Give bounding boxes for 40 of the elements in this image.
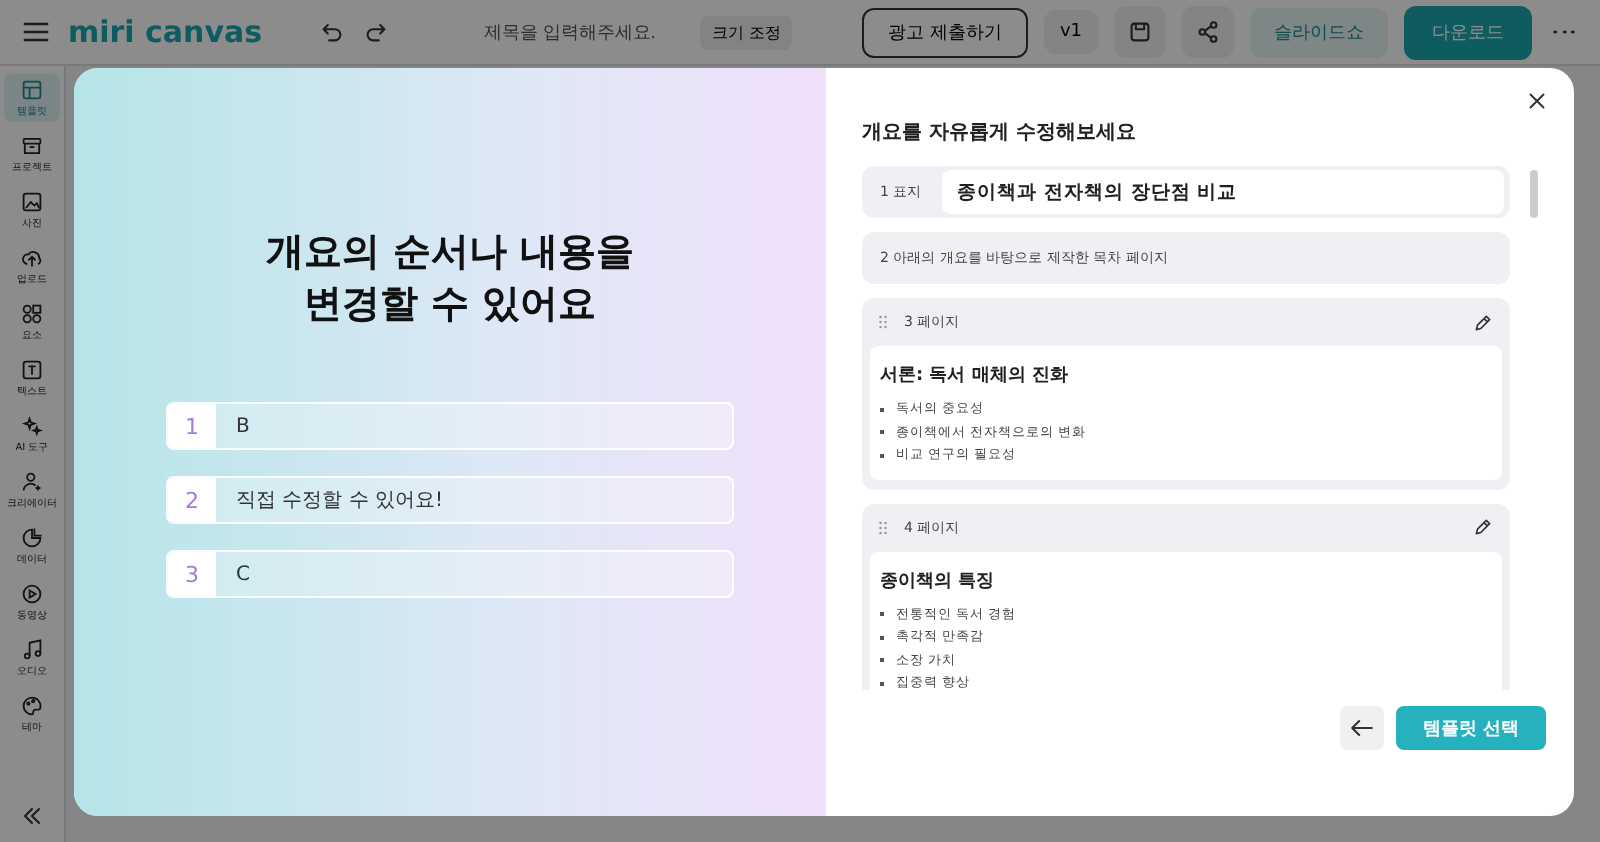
- cloud-upload-icon: [20, 246, 44, 270]
- play-icon: [20, 582, 44, 606]
- palette-icon: [20, 694, 44, 718]
- redo-icon[interactable]: [362, 18, 391, 46]
- shapes-icon: [20, 302, 44, 326]
- save-icon[interactable]: [1114, 6, 1166, 58]
- page-title: 종이책의 특징: [880, 569, 997, 593]
- back-button[interactable]: [1340, 706, 1384, 750]
- row-text: C: [234, 561, 250, 590]
- drag-handle-icon[interactable]: [878, 519, 888, 535]
- submit-ad-button[interactable]: 광고 제출하기: [862, 7, 1028, 57]
- layout-icon: [20, 78, 44, 102]
- page-title: 서론: 독서 매체의 진화: [880, 364, 1070, 388]
- version-button[interactable]: v1: [1043, 10, 1098, 54]
- dialog-title: 개요를 자유롭게 수정해보세요: [862, 120, 1138, 146]
- music-note-icon: [20, 638, 44, 662]
- row-number: 2: [168, 478, 216, 523]
- sparkle-icon: [20, 414, 44, 438]
- image-icon: [20, 190, 44, 214]
- row-text: B: [234, 413, 250, 442]
- text-icon: [20, 358, 44, 382]
- title-field[interactable]: 제목을 입력해주세요.: [459, 20, 680, 44]
- row-number: 3: [168, 552, 216, 597]
- cover-title-field[interactable]: 종이책과 전자책의 장단점 비교: [941, 170, 1504, 214]
- arrow-left-icon: [1348, 714, 1376, 742]
- edit-icon[interactable]: [1472, 311, 1494, 333]
- scrollbar[interactable]: [1530, 170, 1538, 218]
- close-icon[interactable]: [1524, 88, 1550, 114]
- person-icon: [20, 470, 44, 494]
- row-text: 직접 수정할 수 있어요!: [234, 488, 444, 517]
- row-number: 1: [168, 404, 216, 449]
- resize-button[interactable]: 크기 조정: [699, 15, 793, 49]
- pie-chart-icon: [20, 526, 44, 550]
- drag-handle-icon[interactable]: [878, 314, 888, 330]
- preview-heading: 개요의 순서나 내용을 변경할 수 있어요: [265, 228, 635, 330]
- edit-icon[interactable]: [1472, 516, 1494, 538]
- box-icon: [20, 134, 44, 158]
- share-icon[interactable]: [1182, 6, 1234, 58]
- undo-icon[interactable]: [318, 18, 347, 46]
- collapse-icon[interactable]: [18, 802, 46, 830]
